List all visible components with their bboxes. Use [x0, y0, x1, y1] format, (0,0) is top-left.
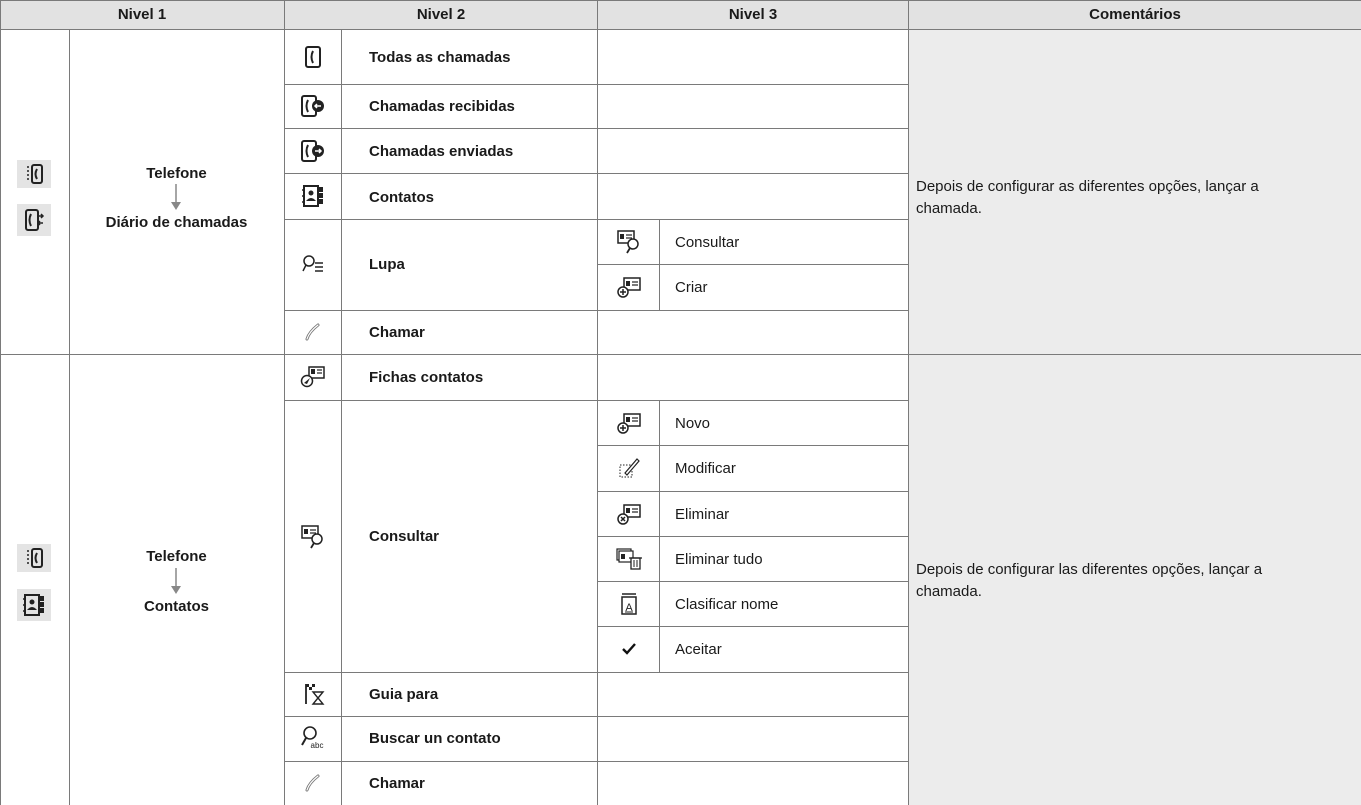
handset-icon — [285, 767, 341, 799]
level3-row-label: Novo — [675, 414, 711, 432]
section1-level1-top: Telefone — [146, 165, 207, 182]
received-calls-icon — [285, 90, 341, 122]
level3-row-label: Aceitar — [675, 640, 722, 658]
level2-row-label: Buscar un contato — [369, 729, 501, 747]
level2-row-label: Fichas contatos — [369, 368, 484, 386]
level3-row-label: Criar — [675, 278, 708, 296]
checkmark-icon — [598, 632, 659, 666]
level3-row-label: Consultar — [675, 233, 740, 251]
level2-row-label: Lupa — [369, 255, 405, 273]
header-nivel1: Nivel 1 — [0, 0, 284, 29]
comment-text: Depois de configurar las diferentes opçõ… — [916, 561, 1263, 600]
level2-row-label: Contatos — [369, 188, 434, 206]
level3-row-label: Eliminar tudo — [675, 550, 763, 568]
sort-name-icon: A — [598, 587, 659, 621]
phone-menu-icon — [17, 544, 51, 572]
level2-row-label: Consultar — [369, 527, 440, 545]
consult-card-icon — [285, 520, 341, 554]
magnifier-list-icon — [285, 248, 341, 280]
header-nivel3-label: Nivel 3 — [728, 6, 778, 23]
header-comentarios-label: Comentários — [1089, 6, 1181, 23]
svg-text:abc: abc — [311, 741, 324, 750]
call-log-icon — [17, 204, 51, 236]
delete-card-icon — [598, 497, 659, 531]
contacts-book-icon — [285, 180, 341, 212]
search-abc-icon: abc — [285, 722, 341, 754]
level2-row-label: Chamadas enviadas — [369, 142, 514, 160]
all-calls-icon — [285, 41, 341, 73]
contacts-book-icon — [17, 589, 51, 621]
level2-row-label: Todas as chamadas — [369, 48, 511, 66]
level2-row-label: Chamar — [369, 774, 425, 792]
section2-level1-top: Telefone — [146, 548, 207, 565]
contact-cards-icon — [285, 361, 341, 393]
down-arrow-icon — [166, 568, 186, 596]
guide-flag-icon — [285, 678, 341, 710]
section1-level1-bottom: Diário de chamadas — [105, 214, 248, 231]
level2-row-label: Chamar — [369, 323, 425, 341]
level2-row-label: Chamadas recibidas — [369, 97, 515, 115]
level3-row-label: Modificar — [675, 459, 736, 477]
edit-pencil-icon — [598, 451, 659, 485]
consult-card-icon — [598, 225, 659, 259]
header-nivel2: Nivel 2 — [285, 0, 597, 29]
header-nivel3: Nivel 3 — [598, 0, 908, 29]
level2-row-label: Guia para — [369, 685, 439, 703]
level3-row-label: Eliminar — [675, 505, 730, 523]
new-card-icon — [598, 406, 659, 440]
header-nivel2-label: Nivel 2 — [416, 6, 466, 23]
menu-table: Nivel 1 Nivel 2 Nivel 3 Comentários Tele… — [0, 0, 1361, 805]
down-arrow-icon — [166, 184, 186, 212]
create-card-icon — [598, 270, 659, 304]
sent-calls-icon — [285, 135, 341, 167]
level3-row-label: Clasificar nome — [675, 595, 779, 613]
handset-icon — [285, 316, 341, 348]
section2-level1-bottom: Contatos — [144, 598, 209, 615]
comment-text: Depois de configurar as diferentes opçõe… — [916, 178, 1259, 217]
header-nivel1-label: Nivel 1 — [117, 6, 167, 23]
delete-all-icon — [598, 542, 659, 576]
phone-menu-icon — [17, 160, 51, 188]
header-comentarios: Comentários — [909, 0, 1361, 29]
